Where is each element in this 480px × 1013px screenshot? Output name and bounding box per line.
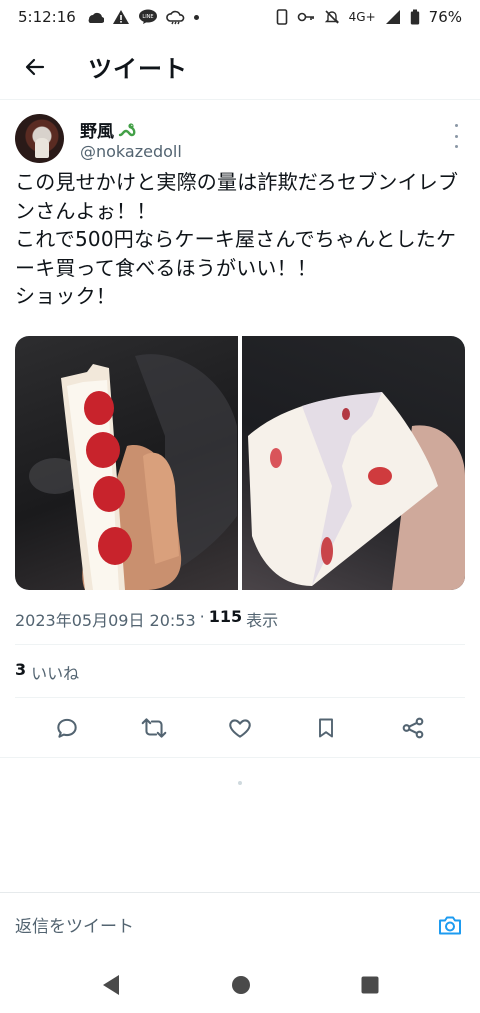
tweet-meta: 2023年05月09日 20:53 · 115 表示 bbox=[15, 607, 278, 631]
strawberry-sandwich-photo[interactable] bbox=[15, 336, 238, 590]
author-name[interactable]: 野風 bbox=[80, 117, 114, 142]
tweet-actions bbox=[0, 706, 480, 750]
tweet: 野風 @nokazedoll bbox=[0, 100, 480, 170]
author-handle[interactable]: @nokazedoll bbox=[80, 142, 182, 161]
nav-back-icon[interactable] bbox=[101, 974, 121, 996]
line-icon: LINE bbox=[138, 9, 157, 24]
camera-button[interactable] bbox=[435, 910, 465, 940]
share-icon bbox=[402, 717, 424, 739]
reply-bar: 返信をツイート bbox=[0, 892, 480, 956]
app-header: ツイート bbox=[0, 34, 480, 100]
reply-input[interactable]: 返信をツイート bbox=[15, 912, 134, 937]
likes-count: 3 bbox=[15, 660, 27, 679]
battery-icon bbox=[410, 9, 419, 25]
divider bbox=[0, 757, 480, 758]
network-type: 4G+ bbox=[348, 10, 376, 24]
bitten-sandwich-illustration bbox=[248, 392, 465, 590]
status-bar: 5:12:16 LINE 4G+ 76% bbox=[0, 0, 480, 34]
arrow-left-icon bbox=[25, 58, 45, 75]
like-button[interactable] bbox=[220, 708, 260, 748]
status-time: 5:12:16 bbox=[18, 8, 76, 26]
loading-indicator bbox=[238, 781, 242, 785]
tweet-media bbox=[15, 336, 465, 590]
retweet-icon bbox=[141, 718, 166, 738]
views-count: 115 bbox=[208, 607, 243, 626]
tweet-text: この見せかけと実際の量は詐欺だろセブンイレブンさんよぉ！！ これで500円ならケ… bbox=[15, 170, 459, 308]
bell-off-icon bbox=[324, 10, 339, 24]
key-icon bbox=[297, 12, 314, 22]
more-dot bbox=[454, 124, 458, 127]
author-name-row[interactable]: 野風 bbox=[80, 117, 137, 142]
dot-icon bbox=[193, 14, 199, 20]
bitten-sandwich-photo[interactable] bbox=[242, 336, 465, 590]
phone-icon bbox=[276, 9, 287, 25]
svg-text:LINE: LINE bbox=[142, 14, 153, 20]
weather-icon bbox=[88, 12, 104, 24]
heart-icon bbox=[229, 719, 251, 738]
more-dot bbox=[454, 134, 458, 138]
meta-separator: · bbox=[199, 607, 205, 626]
reply-button[interactable] bbox=[47, 708, 87, 748]
snake-emoji-icon bbox=[118, 122, 136, 136]
likes-label: いいね bbox=[31, 664, 80, 683]
divider bbox=[15, 644, 465, 645]
more-options-button[interactable] bbox=[450, 124, 462, 148]
bookmark-icon bbox=[319, 718, 334, 738]
reply-icon bbox=[57, 718, 77, 738]
share-button[interactable] bbox=[393, 708, 433, 748]
author-row: 野風 @nokazedoll bbox=[0, 100, 480, 170]
retweet-button[interactable] bbox=[134, 708, 174, 748]
strawberry-sandwich-illustration bbox=[29, 354, 237, 590]
status-notification-icons: LINE bbox=[86, 9, 199, 25]
status-system-icons: 4G+ 76% bbox=[276, 8, 462, 26]
system-nav-bar bbox=[0, 956, 480, 1013]
cloud-icon bbox=[166, 10, 185, 25]
camera-icon bbox=[439, 916, 461, 934]
tweet-timestamp[interactable]: 2023年05月09日 20:53 bbox=[15, 607, 196, 631]
views-label: 表示 bbox=[246, 611, 279, 630]
battery-level: 76% bbox=[428, 8, 462, 26]
nav-recents-icon[interactable] bbox=[361, 976, 379, 994]
likes-row[interactable]: 3 いいね bbox=[15, 660, 79, 684]
divider bbox=[15, 697, 465, 698]
signal-icon bbox=[385, 10, 400, 24]
warning-icon bbox=[112, 10, 129, 24]
nav-home-icon[interactable] bbox=[231, 975, 251, 995]
more-dot bbox=[454, 145, 458, 148]
bookmark-button[interactable] bbox=[306, 708, 346, 748]
back-button[interactable] bbox=[0, 34, 70, 100]
avatar[interactable] bbox=[15, 114, 64, 163]
page-title: ツイート bbox=[88, 55, 188, 83]
